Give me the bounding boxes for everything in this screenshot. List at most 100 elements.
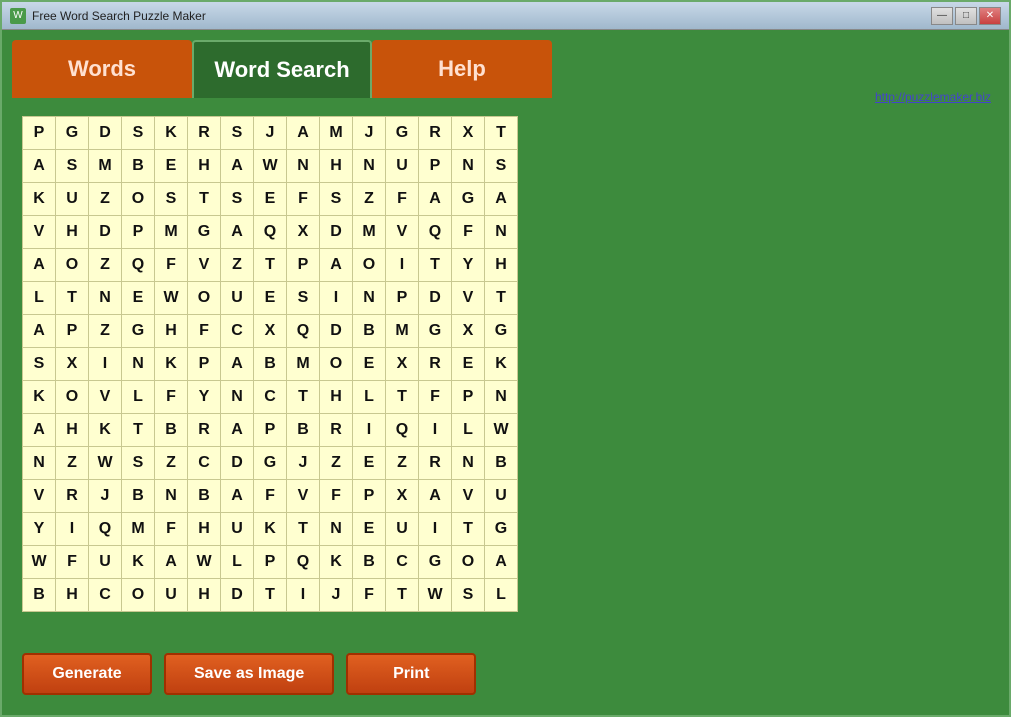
grid-cell: U [386, 513, 419, 546]
grid-cell: A [221, 480, 254, 513]
grid-cell: H [485, 249, 518, 282]
window-controls: — □ ✕ [931, 7, 1001, 25]
grid-cell: C [89, 579, 122, 612]
grid-cell: F [419, 381, 452, 414]
grid-cell: P [353, 480, 386, 513]
grid-cell: G [386, 117, 419, 150]
generate-button[interactable]: Generate [22, 653, 152, 695]
grid-cell: K [89, 414, 122, 447]
grid-cell: P [254, 546, 287, 579]
grid-cell: M [155, 216, 188, 249]
grid-cell: V [23, 480, 56, 513]
grid-cell: M [287, 348, 320, 381]
grid-cell: K [254, 513, 287, 546]
grid-cell: Z [386, 447, 419, 480]
grid-cell: S [122, 117, 155, 150]
grid-cell: T [122, 414, 155, 447]
grid-cell: O [122, 579, 155, 612]
grid-cell: N [353, 150, 386, 183]
grid-cell: W [155, 282, 188, 315]
grid-cell: T [386, 579, 419, 612]
bottom-bar: Generate Save as Image Print [12, 643, 999, 705]
grid-cell: X [56, 348, 89, 381]
grid-cell: I [89, 348, 122, 381]
grid-cell: N [353, 282, 386, 315]
grid-cell: P [254, 414, 287, 447]
save-as-image-button[interactable]: Save as Image [164, 653, 334, 695]
grid-cell: S [485, 150, 518, 183]
grid-cell: T [419, 249, 452, 282]
grid-cell: B [254, 348, 287, 381]
grid-cell: P [122, 216, 155, 249]
grid-cell: S [23, 348, 56, 381]
grid-cell: B [23, 579, 56, 612]
main-window: W Free Word Search Puzzle Maker — □ ✕ Wo… [0, 0, 1011, 717]
grid-cell: S [122, 447, 155, 480]
grid-cell: M [320, 117, 353, 150]
grid-cell: H [188, 150, 221, 183]
grid-cell: A [221, 216, 254, 249]
grid-cell: E [353, 513, 386, 546]
grid-cell: E [254, 183, 287, 216]
grid-cell: U [155, 579, 188, 612]
grid-cell: A [221, 414, 254, 447]
grid-cell: T [254, 249, 287, 282]
grid-cell: H [320, 381, 353, 414]
grid-cell: T [485, 117, 518, 150]
grid-cell: B [485, 447, 518, 480]
grid-cell: S [221, 117, 254, 150]
grid-cell: S [287, 282, 320, 315]
grid-cell: V [287, 480, 320, 513]
grid-cell: T [254, 579, 287, 612]
grid-cell: Z [89, 183, 122, 216]
grid-cell: U [221, 282, 254, 315]
grid-cell: U [56, 183, 89, 216]
grid-cell: B [122, 480, 155, 513]
grid-cell: Q [419, 216, 452, 249]
grid-cell: G [122, 315, 155, 348]
grid-cell: V [188, 249, 221, 282]
grid-cell: Q [254, 216, 287, 249]
grid-cell: A [419, 183, 452, 216]
close-button[interactable]: ✕ [979, 7, 1001, 25]
grid-cell: N [485, 216, 518, 249]
grid-cell: R [320, 414, 353, 447]
grid-cell: T [56, 282, 89, 315]
grid-cell: E [452, 348, 485, 381]
grid-cell: N [287, 150, 320, 183]
grid-cell: Y [23, 513, 56, 546]
grid-cell: T [485, 282, 518, 315]
minimize-button[interactable]: — [931, 7, 953, 25]
grid-cell: F [254, 480, 287, 513]
maximize-button[interactable]: □ [955, 7, 977, 25]
puzzle-container: PGDSKRSJAMJGRXTASMBEHAWNHNUPNSKUZOSTSEFS… [12, 106, 999, 635]
grid-cell: X [452, 117, 485, 150]
grid-cell: R [419, 117, 452, 150]
print-button[interactable]: Print [346, 653, 476, 695]
grid-cell: F [155, 513, 188, 546]
grid-cell: O [56, 249, 89, 282]
tab-help[interactable]: Help [372, 40, 552, 98]
grid-cell: G [485, 513, 518, 546]
grid-cell: H [56, 414, 89, 447]
grid-cell: A [23, 414, 56, 447]
tab-words[interactable]: Words [12, 40, 192, 98]
grid-cell: I [320, 282, 353, 315]
tab-wordsearch[interactable]: Word Search [192, 40, 372, 98]
grid-cell: F [287, 183, 320, 216]
grid-cell: D [221, 447, 254, 480]
grid-cell: Z [56, 447, 89, 480]
grid-cell: N [452, 150, 485, 183]
grid-cell: G [188, 216, 221, 249]
grid-cell: K [155, 117, 188, 150]
grid-cell: Z [221, 249, 254, 282]
grid-cell: F [56, 546, 89, 579]
grid-cell: P [23, 117, 56, 150]
grid-cell: Z [89, 315, 122, 348]
website-link[interactable]: http://puzzlemaker.biz [875, 90, 991, 104]
grid-cell: O [353, 249, 386, 282]
grid-cell: R [56, 480, 89, 513]
grid-cell: N [320, 513, 353, 546]
word-search-grid: PGDSKRSJAMJGRXTASMBEHAWNHNUPNSKUZOSTSEFS… [22, 116, 518, 612]
grid-cell: E [155, 150, 188, 183]
